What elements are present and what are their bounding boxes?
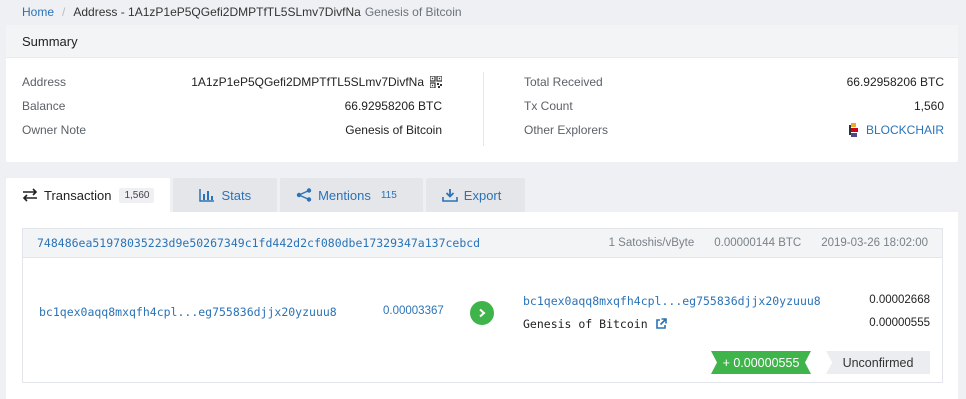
summary-divider <box>483 72 484 146</box>
tab-transaction-label: Transaction <box>44 187 112 203</box>
input-amount: 0.00003367 <box>383 305 444 317</box>
blockchair-link[interactable]: BLOCKCHAIR <box>848 122 944 138</box>
bar-chart-icon <box>199 189 215 202</box>
output-address-link[interactable]: bc1qex0aqq8mxqfh4cpl...eg755836djjx20yzu… <box>523 294 821 308</box>
fee-rate: 1 Satoshis/vByte <box>608 237 695 249</box>
breadcrumb-current: Address - 1A1zP1eP5QGefi2DMPTfTL5SLmv7Di… <box>73 5 361 19</box>
tx-count-value: 1,560 <box>913 99 944 113</box>
breadcrumb-note: Genesis of Bitcoin <box>364 5 462 19</box>
tab-mentions-label: Mentions <box>318 187 371 203</box>
owner-note-label: Owner Note <box>22 123 87 137</box>
tab-transaction-badge: 1,560 <box>119 187 155 203</box>
external-link-icon[interactable] <box>655 318 667 330</box>
owner-note-value: Genesis of Bitcoin <box>345 123 442 137</box>
transaction-card: 748486ea51978035223d9e50267349c1fd442d2c… <box>22 228 943 383</box>
summary-header: Summary <box>6 25 958 58</box>
total-received-label: Total Received <box>524 75 603 89</box>
blockchair-logo-icon <box>848 123 858 137</box>
tab-stats[interactable]: Stats <box>173 178 278 212</box>
breadcrumb: Home / Address - 1A1zP1eP5QGefi2DMPTfTL5… <box>22 0 462 24</box>
chevron-right-icon <box>470 301 494 325</box>
summary-row-balance: Balance 66.92958206 BTC <box>22 94 442 118</box>
tab-mentions[interactable]: Mentions 115 <box>280 178 423 212</box>
output-owner-note: Genesis of Bitcoin <box>523 317 667 331</box>
share-icon <box>296 188 312 202</box>
balance-value: 66.92958206 BTC <box>344 99 442 113</box>
tab-mentions-count: 115 <box>380 189 397 201</box>
transfer-icon <box>22 188 38 202</box>
blockchair-label: BLOCKCHAIR <box>865 123 944 137</box>
balance-change-badge: + 0.00000555 <box>711 351 811 374</box>
breadcrumb-home-link[interactable]: Home <box>22 5 54 19</box>
summary-row-total-received: Total Received 66.92958206 BTC <box>524 70 944 94</box>
output-amount-2: 0.00000555 <box>869 317 930 329</box>
summary-row-owner-note: Owner Note Genesis of Bitcoin <box>22 118 442 142</box>
address-label: Address <box>22 75 67 89</box>
status-badge: Unconfirmed <box>826 351 930 374</box>
summary-right-column: Total Received 66.92958206 BTC Tx Count … <box>524 70 944 142</box>
tab-stats-label: Stats <box>221 187 252 203</box>
tx-count-label: Tx Count <box>524 99 573 113</box>
fee-amount: 0.00000144 BTC <box>714 237 802 249</box>
input-address-link[interactable]: bc1qex0aqq8mxqfh4cpl...eg755836djjx20yzu… <box>39 305 337 319</box>
tab-export[interactable]: Export <box>425 178 526 212</box>
summary-row-other-explorers: Other Explorers BLOCKCHAIR <box>524 118 944 142</box>
tab-export-label: Export <box>463 187 502 203</box>
other-explorers-label: Other Explorers <box>524 123 609 137</box>
qr-code-icon[interactable] <box>430 76 442 88</box>
summary-row-tx-count: Tx Count 1,560 <box>524 94 944 118</box>
transaction-body: bc1qex0aqq8mxqfh4cpl...eg755836djjx20yzu… <box>23 258 942 383</box>
tab-bar: Transaction 1,560 Stats Mentions 115 Exp… <box>6 178 528 212</box>
balance-label: Balance <box>22 99 66 113</box>
breadcrumb-separator: / <box>62 5 66 19</box>
output-owner-note-label: Genesis of Bitcoin <box>523 317 648 331</box>
summary-title: Summary <box>22 33 78 49</box>
transaction-header: 748486ea51978035223d9e50267349c1fd442d2c… <box>23 229 942 258</box>
summary-card: Summary Address 1A1zP1eP5QGefi2DMPTfTL5S… <box>6 25 958 162</box>
summary-left-column: Address 1A1zP1eP5QGefi2DMPTfTL5SLmv7Divf… <box>22 70 442 142</box>
address-value: 1A1zP1eP5QGefi2DMPTfTL5SLmv7DivfNa <box>191 75 424 89</box>
download-icon <box>441 189 458 202</box>
transactions-panel: 748486ea51978035223d9e50267349c1fd442d2c… <box>6 212 958 399</box>
summary-row-address: Address 1A1zP1eP5QGefi2DMPTfTL5SLmv7Divf… <box>22 70 442 94</box>
transaction-hash-link[interactable]: 748486ea51978035223d9e50267349c1fd442d2c… <box>37 236 480 250</box>
output-amount-1: 0.00002668 <box>869 294 930 306</box>
tab-transaction[interactable]: Transaction 1,560 <box>6 178 171 212</box>
transaction-time: 2019-03-26 18:02:00 <box>821 237 928 249</box>
total-received-value: 66.92958206 BTC <box>846 75 944 89</box>
